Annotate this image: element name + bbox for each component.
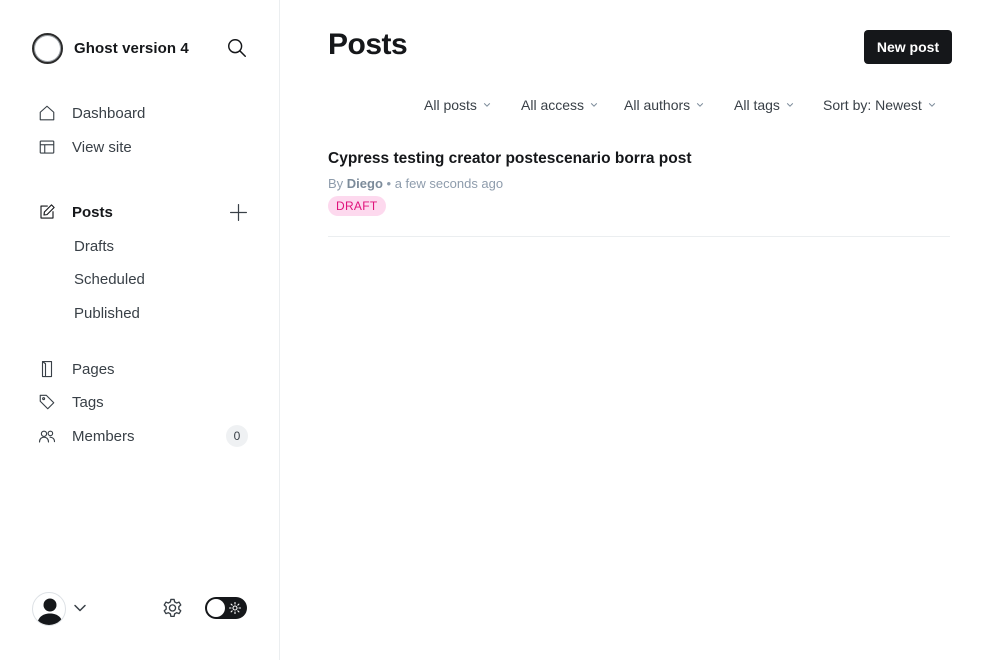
post-time: • a few seconds ago <box>386 176 504 191</box>
sidebar: Ghost version 4 Dashboard View site Post… <box>0 0 280 660</box>
new-post-button[interactable]: New post <box>864 30 952 64</box>
tag-icon <box>39 394 55 410</box>
sidebar-item-dashboard[interactable]: Dashboard <box>38 101 145 125</box>
sidebar-item-label: Tags <box>72 393 104 411</box>
page-icon <box>41 360 53 378</box>
sidebar-item-tags[interactable]: Tags <box>38 390 104 414</box>
sort-dropdown[interactable]: Sort by: Newest <box>823 95 936 115</box>
post-title: Cypress testing creator postescenario bo… <box>328 150 692 167</box>
layout-icon <box>39 140 55 154</box>
home-icon <box>39 105 55 121</box>
status-badge: DRAFT <box>328 196 386 216</box>
post-meta: By Diego • a few seconds ago <box>328 176 503 191</box>
chevron-down-icon <box>786 103 794 107</box>
sidebar-item-label: Posts <box>72 203 113 221</box>
post-by: By <box>328 176 344 191</box>
filter-label: All access <box>521 97 585 113</box>
sidebar-item-pages[interactable]: Pages <box>38 357 115 381</box>
chevron-down-icon <box>928 103 935 107</box>
filter-type-dropdown[interactable]: All posts <box>424 95 491 115</box>
filter-label: All authors <box>624 97 691 113</box>
search-icon[interactable] <box>226 37 248 59</box>
user-icon <box>37 598 63 625</box>
filter-label: Sort by: Newest <box>823 97 922 113</box>
toggle-knob <box>207 599 225 617</box>
brand[interactable]: Ghost version 4 <box>32 32 189 64</box>
sun-icon <box>229 602 241 614</box>
chevron-down-icon[interactable] <box>73 601 87 615</box>
sidebar-item-label: View site <box>72 138 132 156</box>
page-title: Posts <box>328 28 408 61</box>
sidebar-item-members[interactable]: Members <box>38 424 135 448</box>
sidebar-item-view-site[interactable]: View site <box>38 135 132 159</box>
post-author: Diego <box>346 176 383 191</box>
add-post-icon[interactable] <box>228 202 249 223</box>
gear-icon[interactable] <box>161 597 184 620</box>
site-name: Ghost version 4 <box>74 39 189 57</box>
sidebar-item-scheduled[interactable]: Scheduled <box>74 268 145 290</box>
sidebar-item-label: Pages <box>72 360 115 378</box>
pencil-icon <box>40 204 55 219</box>
sidebar-item-posts[interactable]: Posts <box>38 200 113 224</box>
filter-tags-dropdown[interactable]: All tags <box>734 95 794 115</box>
ghost-logo-icon <box>32 32 63 64</box>
filter-access-dropdown[interactable]: All access <box>521 95 598 115</box>
chevron-down-icon <box>696 103 704 107</box>
avatar[interactable] <box>32 592 66 626</box>
filter-authors-dropdown[interactable]: All authors <box>624 95 704 115</box>
sidebar-item-drafts[interactable]: Drafts <box>74 235 114 257</box>
chevron-down-icon <box>483 103 491 107</box>
members-count-badge: 0 <box>226 425 248 447</box>
sidebar-item-label: Dashboard <box>72 104 146 122</box>
dark-mode-toggle[interactable] <box>205 597 247 619</box>
filter-label: All tags <box>734 97 780 113</box>
chevron-down-icon <box>590 103 598 107</box>
sidebar-item-label: Members <box>72 427 135 445</box>
sidebar-item-published[interactable]: Published <box>74 302 140 324</box>
members-icon <box>38 430 56 443</box>
post-list-item[interactable]: Cypress testing creator postescenario bo… <box>328 145 950 237</box>
filter-label: All posts <box>424 97 477 113</box>
